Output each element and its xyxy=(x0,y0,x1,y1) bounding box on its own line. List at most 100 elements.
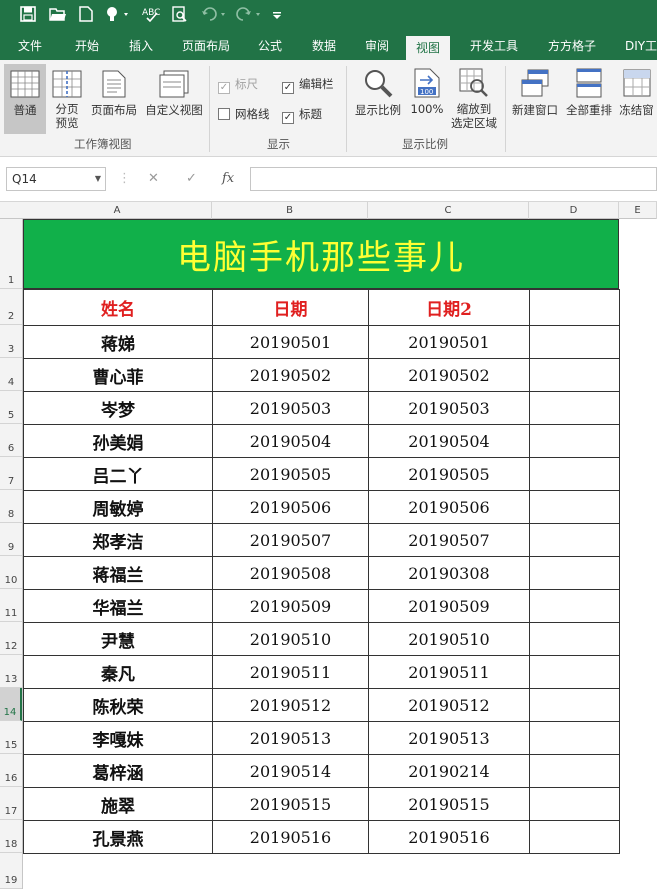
row-header[interactable]: 11 xyxy=(0,589,22,622)
tab-view[interactable]: 视图 xyxy=(406,36,451,60)
date2-cell[interactable]: 20190214 xyxy=(368,754,530,788)
row-header[interactable]: 2 xyxy=(0,289,22,325)
name-cell[interactable]: 华福兰 xyxy=(23,589,213,623)
row-header[interactable]: 12 xyxy=(0,622,22,655)
new-icon[interactable] xyxy=(77,6,95,26)
insert-function-icon[interactable]: fx xyxy=(222,171,234,186)
date-cell[interactable]: 20190502 xyxy=(212,358,369,392)
tab-formulas[interactable]: 公式 xyxy=(258,33,282,60)
row-header[interactable]: 15 xyxy=(0,721,22,754)
row-header[interactable]: 4 xyxy=(0,358,22,391)
new-window-button[interactable]: 新建窗口 xyxy=(508,64,562,134)
empty-cell[interactable] xyxy=(529,358,620,392)
empty-cell[interactable] xyxy=(529,721,620,755)
zoom-100-button[interactable]: 100 100% xyxy=(406,64,448,134)
date2-cell[interactable]: 20190506 xyxy=(368,490,530,524)
empty-cell[interactable] xyxy=(529,622,620,656)
customize-icon[interactable] xyxy=(270,6,284,26)
date2-cell[interactable]: 20190502 xyxy=(368,358,530,392)
row-header[interactable]: 1 xyxy=(0,219,22,289)
name-cell[interactable]: 蒋福兰 xyxy=(23,556,213,590)
date-cell[interactable]: 20190516 xyxy=(212,820,369,854)
page-layout-view-button[interactable]: 页面布局 xyxy=(88,64,140,134)
name-cell[interactable]: 陈秋荣 xyxy=(23,688,213,722)
tab-diy[interactable]: DIY工 xyxy=(625,33,657,60)
name-cell[interactable]: 吕二丫 xyxy=(23,457,213,491)
empty-cell[interactable] xyxy=(529,523,620,557)
name-cell[interactable]: 孔景燕 xyxy=(23,820,213,854)
date2-cell[interactable]: 20190515 xyxy=(368,787,530,821)
row-header[interactable]: 16 xyxy=(0,754,22,787)
column-header-d[interactable]: D xyxy=(529,202,619,219)
date-cell[interactable]: 20190515 xyxy=(212,787,369,821)
name-cell[interactable]: 尹慧 xyxy=(23,622,213,656)
arrange-all-button[interactable]: 全部重排 xyxy=(562,64,616,134)
zoom-button[interactable]: 显示比例 xyxy=(352,64,404,134)
empty-cell[interactable] xyxy=(529,754,620,788)
name-cell[interactable]: 岑梦 xyxy=(23,391,213,425)
date-cell[interactable]: 20190509 xyxy=(212,589,369,623)
date-cell[interactable]: 20190506 xyxy=(212,490,369,524)
tab-developer[interactable]: 开发工具 xyxy=(470,33,518,60)
name-cell[interactable]: 李嘎妹 xyxy=(23,721,213,755)
touch-mode-icon[interactable] xyxy=(103,6,133,26)
page-break-preview-button[interactable]: 分页 预览 xyxy=(48,64,86,134)
empty-cell[interactable] xyxy=(529,391,620,425)
row-header[interactable]: 13 xyxy=(0,655,22,688)
tab-fangfang[interactable]: 方方格子 xyxy=(548,33,596,60)
empty-cell[interactable] xyxy=(529,424,620,458)
freeze-panes-button[interactable]: 冻结窗 xyxy=(616,64,657,134)
empty-cell[interactable] xyxy=(529,820,620,854)
name-cell[interactable]: 周敏婷 xyxy=(23,490,213,524)
row-header[interactable]: 8 xyxy=(0,490,22,523)
zoom-to-selection-button[interactable]: 缩放到 选定区域 xyxy=(448,64,500,134)
row-header[interactable]: 9 xyxy=(0,523,22,556)
date2-cell[interactable]: 20190507 xyxy=(368,523,530,557)
row-header[interactable]: 17 xyxy=(0,787,22,820)
row-header-selected[interactable]: 14 xyxy=(0,688,22,721)
date2-cell[interactable]: 20190512 xyxy=(368,688,530,722)
ruler-checkbox[interactable]: ✓ 标尺 xyxy=(218,76,258,94)
date-cell[interactable]: 20190511 xyxy=(212,655,369,689)
row-header[interactable]: 3 xyxy=(0,325,22,358)
empty-cell[interactable] xyxy=(529,289,620,326)
row-header[interactable]: 18 xyxy=(0,820,22,853)
date-cell[interactable]: 20190505 xyxy=(212,457,369,491)
empty-cell[interactable] xyxy=(529,490,620,524)
enter-icon[interactable]: ✓ xyxy=(186,171,197,186)
name-cell[interactable]: 郑孝洁 xyxy=(23,523,213,557)
name-cell[interactable]: 施翠 xyxy=(23,787,213,821)
formula-input[interactable] xyxy=(250,167,657,191)
redo-icon[interactable] xyxy=(235,6,265,26)
date-cell[interactable]: 20190513 xyxy=(212,721,369,755)
row-header[interactable]: 5 xyxy=(0,391,22,424)
date2-cell[interactable]: 20190513 xyxy=(368,721,530,755)
header-date-cell[interactable]: 日期 xyxy=(212,289,369,326)
header-date2-cell[interactable]: 日期2 xyxy=(368,289,530,326)
tab-review[interactable]: 审阅 xyxy=(365,33,389,60)
date2-cell[interactable]: 20190509 xyxy=(368,589,530,623)
tab-home[interactable]: 开始 xyxy=(75,33,99,60)
name-cell[interactable]: 蒋娣 xyxy=(23,325,213,359)
print-preview-icon[interactable] xyxy=(170,6,190,26)
column-header-b[interactable]: B xyxy=(212,202,368,219)
empty-cell[interactable] xyxy=(529,457,620,491)
date-cell[interactable]: 20190504 xyxy=(212,424,369,458)
sheet-title-cell[interactable]: 电脑手机那些事儿 xyxy=(23,219,619,289)
date-cell[interactable]: 20190501 xyxy=(212,325,369,359)
formula-bar-checkbox[interactable]: ✓ 编辑栏 xyxy=(282,76,334,94)
open-icon[interactable] xyxy=(48,6,68,26)
date2-cell[interactable]: 20190308 xyxy=(368,556,530,590)
chevron-down-icon[interactable]: ▼ xyxy=(95,168,101,190)
date-cell[interactable]: 20190503 xyxy=(212,391,369,425)
empty-cell[interactable] xyxy=(529,589,620,623)
tab-file[interactable]: 文件 xyxy=(18,33,42,60)
headings-checkbox[interactable]: ✓ 标题 xyxy=(282,106,322,124)
name-cell[interactable]: 秦凡 xyxy=(23,655,213,689)
cancel-icon[interactable]: ✕ xyxy=(148,171,159,186)
date2-cell[interactable]: 20190511 xyxy=(368,655,530,689)
date-cell[interactable]: 20190514 xyxy=(212,754,369,788)
empty-cell[interactable] xyxy=(529,556,620,590)
header-name-cell[interactable]: 姓名 xyxy=(23,289,213,326)
date2-cell[interactable]: 20190504 xyxy=(368,424,530,458)
